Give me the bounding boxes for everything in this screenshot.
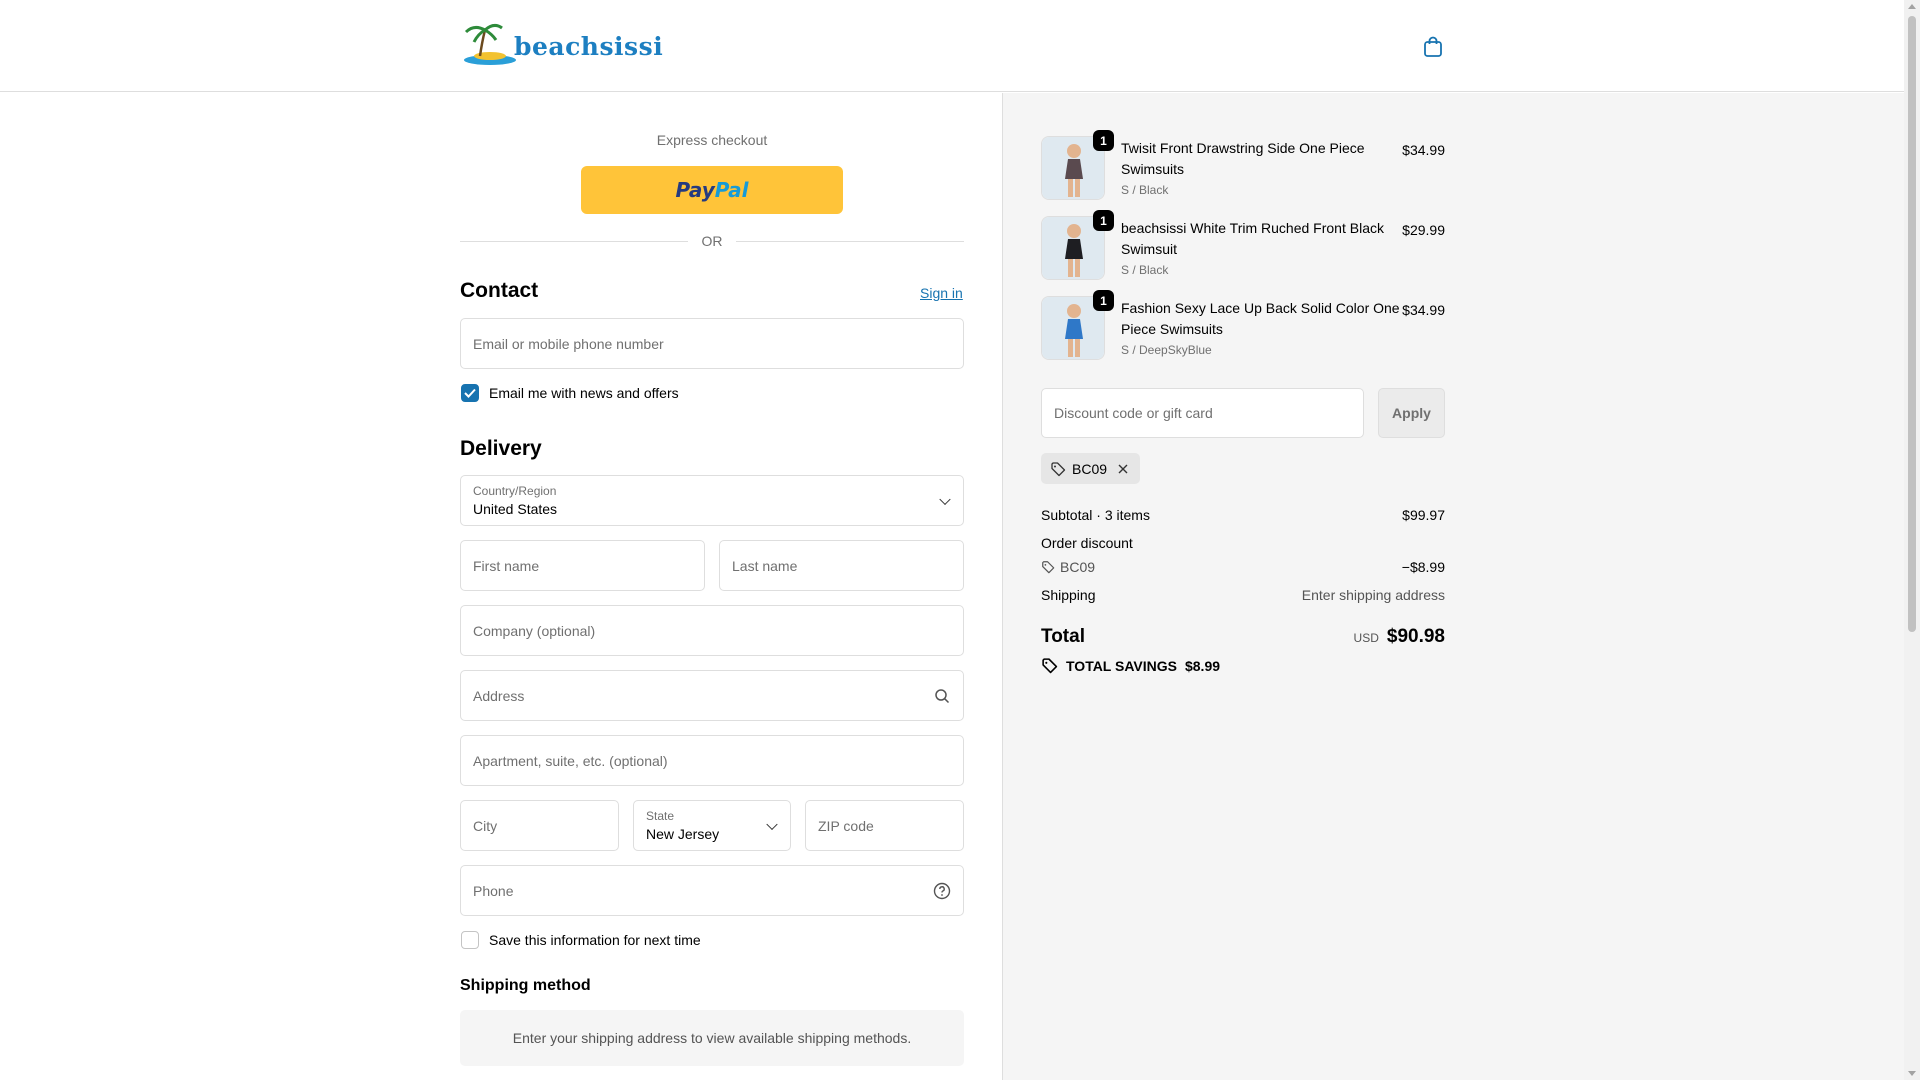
product-title: Fashion Sexy Lace Up Back Solid Color On…: [1121, 300, 1400, 337]
brand-name: beachsissi: [514, 32, 664, 61]
tag-icon: [1051, 461, 1066, 476]
palm-island-icon: [464, 23, 516, 65]
save-info-checkbox-row: Save this information for next time: [461, 931, 701, 949]
shipping-method-heading: Shipping method: [460, 977, 591, 994]
total-currency: USD: [1353, 631, 1379, 645]
search-icon: [935, 689, 950, 704]
scroll-down-arrow-icon[interactable]: [1908, 1071, 1916, 1076]
tag-icon: [1042, 561, 1055, 574]
header: beachsissi: [0, 0, 1904, 92]
discount-wrapper: [1041, 388, 1364, 438]
total-savings-label: TOTAL SAVINGS: [1066, 657, 1177, 674]
cart-item: 1 Fashion Sexy Lace Up Back Solid Color O…: [1041, 290, 1445, 366]
product-title: Twisit Front Drawstring Side One Piece S…: [1121, 140, 1365, 177]
scrollbar-thumb[interactable]: [1908, 16, 1916, 632]
subtotal-value: $99.97: [1402, 507, 1445, 523]
discount-code-field[interactable]: [1042, 389, 1363, 437]
order-discount-value: −$8.99: [1401, 559, 1445, 575]
country-select[interactable]: Country/Region United States: [460, 475, 964, 526]
country-select-label: Country/Region: [473, 484, 557, 498]
express-checkout-label: Express checkout: [656, 132, 768, 148]
paypal-logo: PayPal: [675, 178, 749, 202]
product-price: $34.99: [1402, 302, 1445, 318]
news-checkbox[interactable]: [461, 384, 479, 402]
news-checkbox-row: Email me with news and offers: [461, 384, 679, 402]
zip-field[interactable]: [806, 801, 963, 850]
tag-icon: [1042, 658, 1058, 674]
or-divider-label: OR: [701, 233, 723, 249]
divider: [736, 241, 964, 242]
delivery-heading: Delivery: [460, 437, 542, 460]
order-discount-label: Order discount: [1041, 535, 1133, 551]
product-variant: S / Black: [1121, 183, 1169, 197]
company-field[interactable]: [461, 606, 963, 655]
state-select[interactable]: State New Jersey: [633, 800, 791, 851]
address-field[interactable]: [461, 671, 963, 720]
quantity-badge: 1: [1093, 290, 1114, 311]
first-name-field[interactable]: [461, 541, 704, 590]
divider: [460, 241, 688, 242]
last-name-wrapper: [719, 540, 964, 591]
email-field[interactable]: [461, 319, 963, 368]
sign-in-link[interactable]: Sign in: [920, 285, 963, 301]
apartment-wrapper: [460, 735, 964, 786]
total-amount: USD $90.98: [1250, 626, 1445, 648]
product-price: $34.99: [1402, 142, 1445, 158]
country-select-value: United States: [473, 501, 558, 517]
news-checkbox-label: Email me with news and offers: [489, 385, 679, 401]
applied-discount-code: BC09: [1072, 460, 1108, 477]
help-circle-icon[interactable]: [933, 882, 951, 900]
subtotal-label: Subtotal · 3 items: [1041, 507, 1150, 523]
company-wrapper: [460, 605, 964, 656]
contact-heading: Contact: [460, 279, 539, 302]
paypal-button[interactable]: PayPal: [581, 166, 843, 214]
shipping-label: Shipping: [1041, 587, 1096, 603]
total-label: Total: [1041, 626, 1085, 647]
order-discount-code: BC09: [1060, 559, 1096, 575]
product-variant: S / Black: [1121, 263, 1169, 277]
cart-button[interactable]: [1419, 33, 1447, 61]
page-scrollbar[interactable]: [1904, 0, 1920, 1080]
save-info-checkbox[interactable]: [461, 931, 479, 949]
total-savings-value: $8.99: [1184, 657, 1221, 674]
first-name-wrapper: [460, 540, 705, 591]
shipping-value: Enter shipping address: [1301, 587, 1445, 603]
product-price: $29.99: [1402, 222, 1445, 238]
zip-wrapper: [805, 800, 964, 851]
chevron-down-icon: [939, 493, 951, 505]
brand-logo[interactable]: beachsissi: [460, 22, 664, 68]
city-wrapper: [460, 800, 619, 851]
last-name-field[interactable]: [720, 541, 963, 590]
remove-discount-icon[interactable]: [1117, 463, 1129, 475]
order-discount-code-row: BC09: [1041, 559, 1095, 575]
apartment-field[interactable]: [461, 736, 963, 785]
phone-wrapper: [460, 865, 964, 916]
apply-discount-button[interactable]: Apply: [1378, 388, 1445, 438]
total-savings-row: TOTAL SAVINGS $8.99: [1041, 657, 1220, 674]
product-title: beachsissi White Trim Ruched Front Black…: [1121, 220, 1384, 257]
quantity-badge: 1: [1093, 210, 1114, 231]
state-select-value: New Jersey: [646, 826, 720, 842]
email-field-wrapper: [460, 318, 964, 369]
shipping-method-info: Enter your shipping address to view avai…: [460, 1010, 964, 1066]
address-wrapper: [460, 670, 964, 721]
applied-discount-chip: BC09: [1041, 453, 1140, 484]
total-value: $90.98: [1386, 626, 1445, 647]
shopping-bag-icon: [1424, 36, 1442, 57]
phone-field[interactable]: [461, 866, 963, 915]
save-info-checkbox-label: Save this information for next time: [489, 932, 701, 948]
chevron-down-icon: [766, 818, 778, 830]
cart-item: 1 beachsissi White Trim Ruched Front Blac…: [1041, 210, 1445, 286]
cart-item: 1 Twisit Front Drawstring Side One Piece …: [1041, 130, 1445, 206]
scroll-up-arrow-icon[interactable]: [1908, 4, 1916, 9]
quantity-badge: 1: [1093, 130, 1114, 151]
city-field[interactable]: [461, 801, 618, 850]
product-variant: S / DeepSkyBlue: [1121, 343, 1212, 357]
state-select-label: State: [646, 809, 675, 823]
checkmark-icon: [464, 388, 476, 398]
